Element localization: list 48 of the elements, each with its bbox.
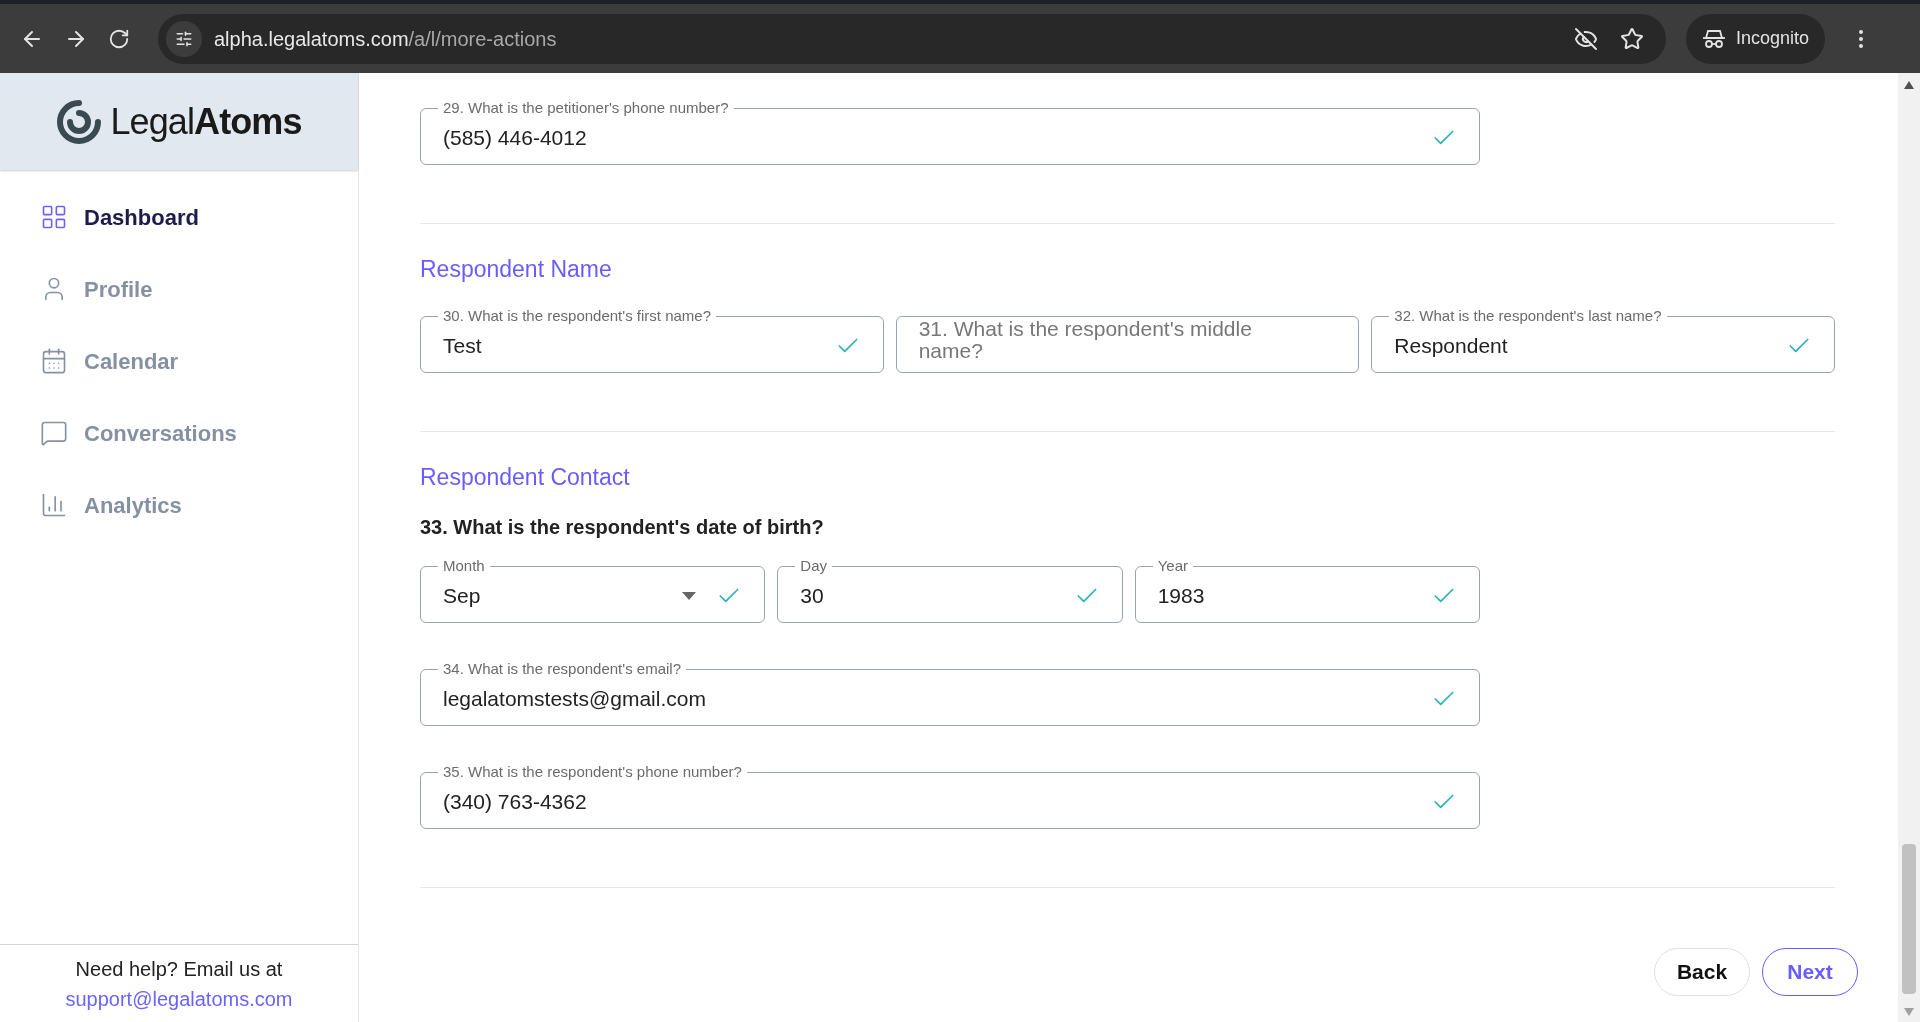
text-input[interactable]: legalatomstests@gmail.com	[443, 683, 1419, 715]
section-heading: Respondent Contact	[420, 463, 631, 491]
field-label: 29. What is the petitioner's phone number?	[442, 99, 730, 117]
text-input[interactable]: 30	[800, 580, 1062, 612]
reload-icon[interactable]	[108, 27, 130, 50]
eye-slash-icon[interactable]	[1574, 26, 1598, 51]
scrollbar[interactable]	[1898, 73, 1920, 1022]
text-field[interactable]: 34. What is the respondent's email? legalatomstests@gmail.com	[420, 660, 1480, 726]
incognito-button[interactable]: Incognito	[1686, 13, 1826, 64]
field-label: Month	[442, 557, 486, 575]
field-label: Day	[799, 557, 828, 575]
scroll-up-arrow-icon[interactable]	[1904, 81, 1914, 89]
section-heading: Respondent Name	[420, 255, 613, 283]
site-settings-icon[interactable]	[166, 20, 202, 57]
field-label: 32. What is the respondent's last name?	[1393, 307, 1663, 325]
url-text: alpha.legalatoms.com/a/l/more-actions	[214, 26, 557, 52]
field-label: 30. What is the respondent's first name?	[442, 307, 712, 325]
select-input[interactable]: Sep	[443, 580, 671, 612]
chat-bubble-icon	[40, 419, 68, 447]
scrollbar-thumb[interactable]	[1902, 844, 1916, 994]
logo-swirl-icon	[56, 98, 103, 145]
text-field[interactable]: 32. What is the respondent's last name? Respondent	[1371, 307, 1835, 373]
text-field[interactable]: 29. What is the petitioner's phone number? (585) 446-4012	[420, 99, 1480, 165]
dropdown-caret-icon	[682, 592, 697, 600]
logo-text: LegalAtoms	[110, 99, 302, 144]
field-label: 34. What is the respondent's email?	[442, 660, 682, 678]
text-input[interactable]: (340) 763-4362	[443, 786, 1419, 818]
text-input[interactable]: 31. What is the respondent's middle name?	[918, 318, 1297, 362]
calendar-icon	[40, 347, 68, 375]
help-text: Need help? Email us at	[75, 956, 283, 982]
text-field[interactable]: 35. What is the respondent's phone number? (340) 763-4362	[420, 763, 1480, 829]
text-input[interactable]: Test	[443, 330, 823, 362]
text-input[interactable]: Respondent	[1394, 330, 1774, 362]
grid-icon	[40, 203, 68, 231]
field-label: 35. What is the respondent's phone number?	[442, 763, 743, 781]
text-input[interactable]: 1983	[1157, 580, 1419, 612]
text-field[interactable]: 30. What is the respondent's first name? Test	[420, 307, 884, 373]
support-email-link[interactable]: support@legalatoms.com	[65, 983, 293, 1014]
field-label: Year	[1156, 557, 1189, 575]
question-text: 33. What is the respondent's date of birth?	[420, 515, 825, 539]
text-input[interactable]: (585) 446-4012	[443, 122, 1419, 154]
address-bar[interactable]: alpha.legalatoms.com/a/l/more-actions	[158, 13, 1666, 64]
hat-glasses-icon	[1702, 28, 1726, 49]
select-field[interactable]: Month Sep	[420, 557, 766, 623]
star-icon[interactable]	[1620, 26, 1644, 51]
nav-item[interactable]: Dashboard	[0, 181, 358, 253]
bar-chart-icon	[40, 491, 68, 519]
text-field[interactable]: 31. What is the respondent's middle name?	[895, 316, 1360, 373]
